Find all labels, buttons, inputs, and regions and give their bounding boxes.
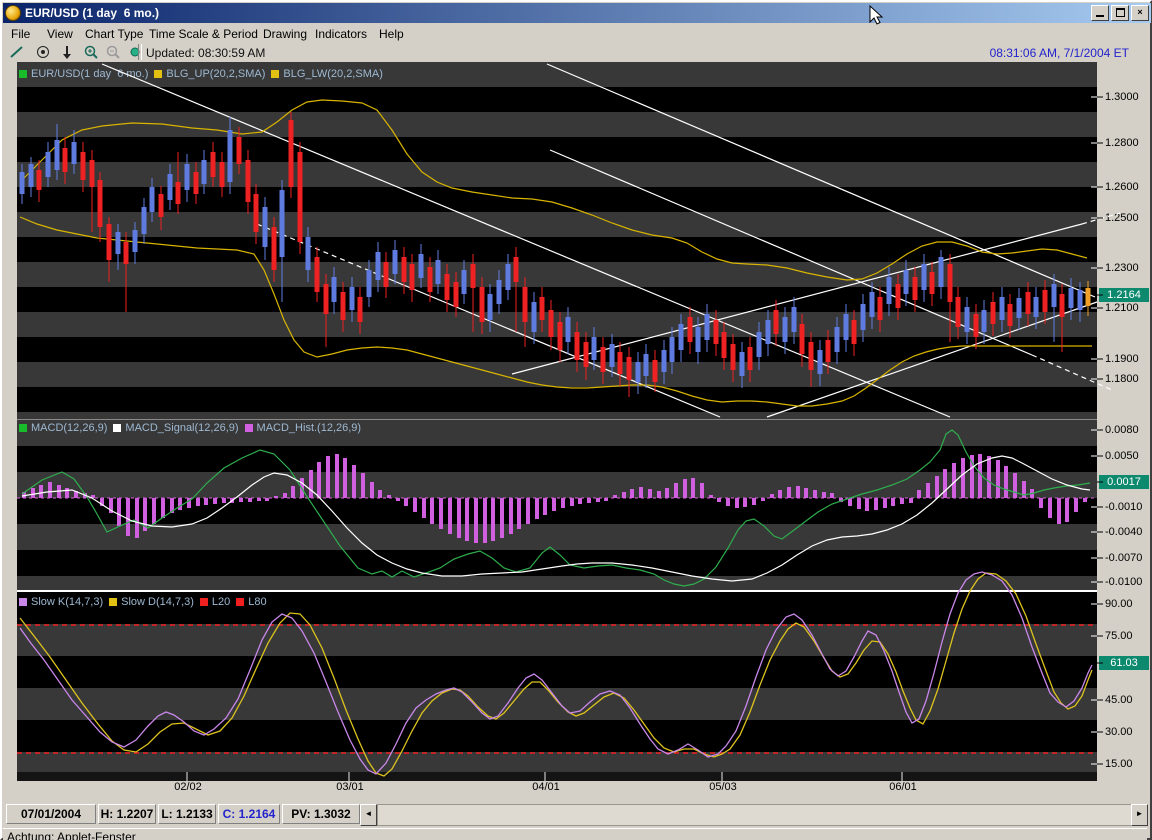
trend-line xyxy=(767,302,1097,417)
trend-line xyxy=(512,224,1082,374)
toolbar-separator xyxy=(138,44,142,60)
status-cell: 07/01/2004 xyxy=(6,804,96,824)
status-cell: L: 1.2133 xyxy=(158,804,216,824)
chart-area: EUR/USD(1 day 6 mo.)BLG_UP(20,2,SMA)BLG_… xyxy=(3,62,1147,802)
zoom-out-tool-icon[interactable] xyxy=(103,44,123,60)
menu-item-chart-type[interactable]: Chart Type xyxy=(85,25,143,43)
trend-line xyxy=(102,64,950,417)
minimize-button[interactable] xyxy=(1091,5,1109,21)
scrollbar-left-arrow[interactable]: ◄ xyxy=(360,804,377,826)
window-title: EUR/USD (1 day 6 mo.) xyxy=(25,6,159,20)
status-cell: PV: 1.3032 xyxy=(282,804,360,824)
updated-label: Updated: 08:30:59 AM xyxy=(146,46,265,60)
menu-item-file[interactable]: File xyxy=(11,25,30,43)
scrollbar-right-arrow[interactable]: ► xyxy=(1131,804,1148,826)
crosshair-tool-icon[interactable] xyxy=(33,44,53,60)
clock-label: 08:31:06 AM, 7/1/2004 ET xyxy=(990,46,1129,60)
trend-line xyxy=(1032,355,1112,390)
menu-bar: File View Chart Type Time Scale & Period Dra… xyxy=(3,23,1147,43)
restore-button[interactable] xyxy=(1111,5,1129,21)
applet-status-row: Achtung: Applet-Fenster xyxy=(3,828,1147,840)
scrollbar-track[interactable] xyxy=(377,804,1137,826)
menu-item-time-scale-period[interactable]: Time Scale & Period xyxy=(149,25,258,43)
applet-warning-label: Achtung: Applet-Fenster xyxy=(7,830,136,840)
app-icon xyxy=(5,5,21,21)
status-cell: H: 1.2207 xyxy=(98,804,156,824)
close-button[interactable]: × xyxy=(1131,5,1149,21)
marker-tool-icon[interactable] xyxy=(125,44,145,60)
toolbar: Updated: 08:30:59 AM 08:31:06 AM, 7/1/20… xyxy=(3,43,1147,63)
status-bar: 07/01/2004H: 1.2207L: 1.2133C: 1.2164PV:… xyxy=(3,802,1147,828)
trend-line xyxy=(547,64,1095,297)
menu-item-indicators[interactable]: Indicators xyxy=(315,25,367,43)
menu-item-view[interactable]: View xyxy=(47,25,73,43)
status-cell: C: 1.2164 xyxy=(218,804,280,824)
arrow-down-tool-icon[interactable] xyxy=(57,44,77,60)
chart-canvas[interactable] xyxy=(3,62,1147,802)
menu-item-drawing[interactable]: Drawing xyxy=(263,25,307,43)
app-window: EUR/USD (1 day 6 mo.) × File View Chart Ty… xyxy=(0,0,1152,840)
zoom-in-tool-icon[interactable] xyxy=(81,44,101,60)
title-bar[interactable]: EUR/USD (1 day 6 mo.) × xyxy=(3,3,1151,23)
line-tool-icon[interactable] xyxy=(7,44,27,60)
menu-item-help[interactable]: Help xyxy=(379,25,404,43)
